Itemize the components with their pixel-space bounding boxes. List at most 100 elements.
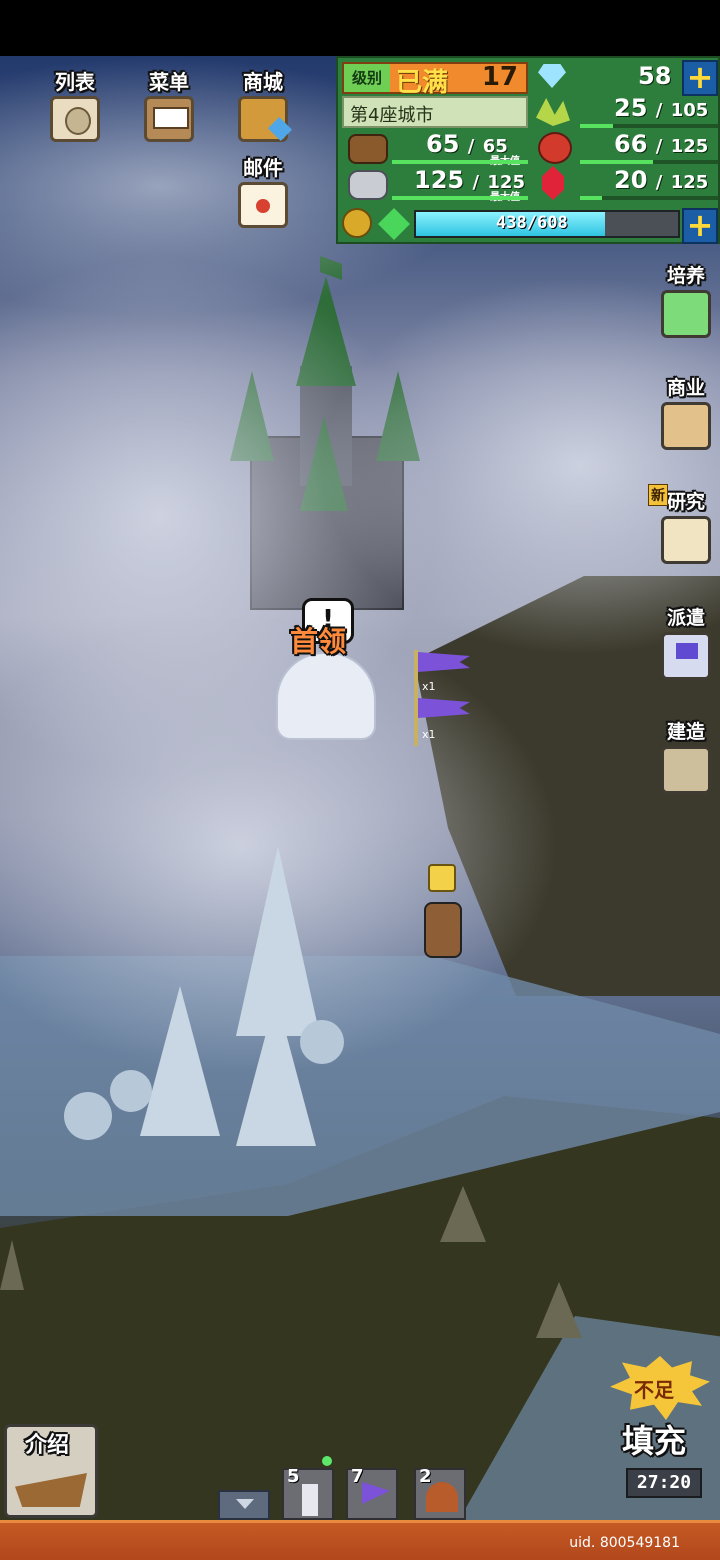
level-label: 级别 bbox=[344, 64, 390, 92]
ruby-value: 20 / 125 bbox=[614, 166, 708, 194]
snowy-bush bbox=[300, 1020, 344, 1064]
new-badge: 新 bbox=[648, 484, 668, 506]
grain-amount: 25 bbox=[614, 94, 648, 122]
gold-coin-icon bbox=[342, 208, 372, 238]
unit-count: 5 bbox=[287, 1466, 300, 1487]
wood-amount: 65 bbox=[426, 130, 460, 158]
flag-count: x1 bbox=[422, 728, 436, 741]
food-separator: / bbox=[655, 136, 663, 157]
list-label: 列表 bbox=[55, 70, 95, 94]
refill-timer: 27:20 bbox=[626, 1468, 702, 1498]
unit-count: 7 bbox=[351, 1466, 364, 1487]
food-value: 66 / 125 bbox=[614, 130, 708, 158]
cave-unit-icon bbox=[426, 1482, 458, 1512]
add-exp-button[interactable]: + bbox=[682, 208, 718, 244]
list-bag-icon bbox=[50, 96, 100, 142]
train-label: 培养 bbox=[666, 265, 705, 287]
food-icon bbox=[538, 132, 572, 164]
unit-slot-tower[interactable]: 5 bbox=[282, 1456, 334, 1520]
intro-button[interactable]: 介绍 bbox=[4, 1424, 98, 1518]
wood-icon bbox=[348, 134, 388, 164]
ruby-separator: / bbox=[655, 172, 663, 193]
ship-icon bbox=[15, 1473, 87, 1507]
unit-count: 2 bbox=[419, 1466, 432, 1487]
stone-separator: / bbox=[472, 172, 480, 193]
collapse-button[interactable] bbox=[218, 1490, 270, 1520]
food-max: 125 bbox=[670, 136, 709, 157]
city-name: 第4座城市 bbox=[350, 105, 434, 126]
ruby-amount: 20 bbox=[614, 166, 648, 194]
exp-gem-icon bbox=[378, 208, 410, 240]
level-box[interactable]: 级别 已满 17 bbox=[342, 62, 528, 98]
mail-button[interactable]: 邮件 bbox=[232, 156, 294, 228]
grain-separator: / bbox=[655, 100, 663, 121]
list-button[interactable]: 列表 bbox=[44, 70, 106, 142]
green-dot-icon bbox=[322, 1456, 332, 1466]
dispatch-flag-icon bbox=[661, 632, 711, 680]
refill-button[interactable]: 不足 填充 27:20 bbox=[604, 1356, 716, 1516]
shop-chest-icon bbox=[238, 96, 293, 142]
exp-value: 438 bbox=[496, 213, 527, 233]
flag-count: x1 bbox=[422, 680, 436, 693]
menu-signboard-icon bbox=[144, 96, 194, 142]
food-amount: 66 bbox=[614, 130, 648, 158]
exp-separator: / bbox=[526, 213, 537, 233]
hero-character[interactable] bbox=[424, 902, 462, 958]
research-button[interactable]: 新 研究 bbox=[648, 484, 716, 564]
game-map[interactable]: ! 首领 x1 x1 bbox=[0, 56, 720, 1520]
add-diamond-button[interactable]: + bbox=[682, 60, 718, 96]
level-value: 17 bbox=[481, 62, 518, 92]
tower-unit-icon bbox=[302, 1484, 318, 1516]
stone-amount: 125 bbox=[414, 166, 465, 194]
dispatch-button[interactable]: 派遣 bbox=[656, 606, 716, 680]
grain-value: 25 / 105 bbox=[614, 94, 708, 122]
shop-button[interactable]: 商城 bbox=[232, 70, 294, 142]
wood-progress bbox=[392, 160, 528, 164]
menu-button[interactable]: 菜单 bbox=[138, 70, 200, 142]
purple-flag-unit-icon bbox=[362, 1482, 390, 1504]
research-book-icon bbox=[661, 516, 711, 564]
ruby-max: 125 bbox=[670, 172, 709, 193]
bottom-bar: uid. 800549181 bbox=[0, 1520, 720, 1560]
boss-ghost[interactable] bbox=[276, 652, 376, 740]
wood-separator: / bbox=[467, 136, 475, 157]
shop-house-icon bbox=[661, 402, 711, 450]
ruby-icon bbox=[542, 166, 564, 200]
diamond-icon bbox=[538, 64, 566, 88]
exp-bar: 438/608 bbox=[414, 210, 680, 238]
snowy-pine-tree bbox=[236, 996, 316, 1146]
build-hammer-icon bbox=[661, 746, 711, 794]
unit-slot-cave[interactable]: 2 bbox=[414, 1466, 466, 1520]
train-arrow-icon bbox=[661, 290, 711, 338]
stone-icon bbox=[348, 170, 388, 200]
menu-label: 菜单 bbox=[149, 70, 189, 94]
intro-label: 介绍 bbox=[25, 1433, 70, 1458]
business-button[interactable]: 商业 bbox=[656, 376, 716, 450]
level-state: 已满 bbox=[396, 68, 449, 98]
food-progress-fill bbox=[580, 160, 654, 164]
refill-label: 填充 bbox=[622, 1422, 687, 1460]
boss-label: 首领 bbox=[290, 625, 347, 658]
unit-slot-flag[interactable]: 7 bbox=[346, 1466, 398, 1520]
snowy-bush bbox=[64, 1092, 112, 1140]
diamond-count: 58 bbox=[638, 62, 672, 90]
ruby-progress-fill bbox=[580, 196, 603, 200]
grain-progress-fill bbox=[580, 124, 614, 128]
flag-pole bbox=[414, 650, 418, 746]
stone-progress bbox=[392, 196, 528, 200]
hero-speech-icon bbox=[428, 864, 456, 892]
train-button[interactable]: 培养 bbox=[656, 264, 716, 338]
grain-max: 105 bbox=[670, 100, 709, 121]
build-button[interactable]: 建造 bbox=[656, 720, 716, 794]
dispatch-label: 派遣 bbox=[666, 607, 705, 629]
chevron-down-icon bbox=[236, 1499, 254, 1509]
shop-label: 商城 bbox=[243, 70, 283, 94]
city-name-box[interactable]: 第4座城市 bbox=[342, 96, 528, 128]
exp-text: 438/608 bbox=[496, 213, 568, 233]
uid-text: uid. 800549181 bbox=[569, 1535, 680, 1551]
snowy-pine-tree bbox=[140, 986, 220, 1136]
mail-label: 邮件 bbox=[243, 156, 283, 180]
refill-badge: 不足 bbox=[634, 1378, 674, 1402]
snowy-bush bbox=[110, 1070, 152, 1112]
business-label: 商业 bbox=[666, 377, 705, 399]
